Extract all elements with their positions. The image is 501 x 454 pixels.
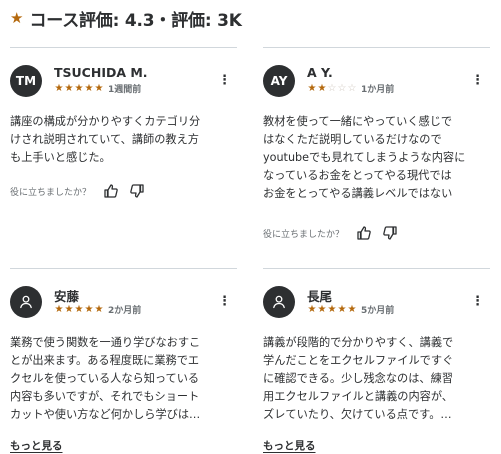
avatar	[10, 286, 42, 318]
top-divider-left	[10, 47, 237, 48]
star-icon: ★	[10, 8, 24, 27]
helpful-question: 役に立ちましたか？	[10, 187, 92, 198]
review-date: 2か月前	[108, 306, 142, 316]
more-options-icon[interactable]: ⋮	[218, 73, 231, 89]
thumbs-up-icon[interactable]	[356, 225, 372, 241]
star-icon: ★	[64, 303, 74, 315]
show-more-link[interactable]: もっと見る	[263, 440, 316, 452]
show-more-link[interactable]: もっと見る	[10, 440, 63, 452]
mid-divider-left	[10, 268, 237, 269]
avatar: AY	[263, 65, 295, 97]
star-icon: ★	[54, 82, 64, 94]
star-icon: ★	[84, 82, 94, 94]
star-icon: ★	[84, 303, 94, 315]
star-icon: ★	[64, 82, 74, 94]
course-rating-header: ★ コース評価: 4.3・評価: 3K	[10, 7, 242, 31]
avatar	[263, 286, 295, 318]
star-icon: ★	[74, 82, 84, 94]
more-options-icon[interactable]: ⋮	[471, 294, 484, 310]
star-empty-icon: ☆	[327, 82, 337, 94]
user-icon	[273, 295, 285, 309]
star-icon: ★	[94, 303, 104, 315]
review-date: 5か月前	[361, 306, 395, 316]
star-icon: ★	[347, 303, 357, 315]
helpful-row: 役に立ちましたか？	[10, 183, 238, 199]
star-icon: ★	[317, 82, 327, 94]
review-text: 講座の構成が分かりやすくカテゴリ分 けされ説明されていて、講師の教え方 も上手い…	[10, 115, 201, 164]
mid-divider-right	[263, 268, 490, 269]
star-icon: ★	[74, 303, 84, 315]
more-options-icon[interactable]: ⋮	[218, 294, 231, 310]
star-half-icon: ★	[94, 82, 104, 94]
review-text: 講義が段階的で分かりやすく、講義で 学んだことをエクセルファイルですぐ に確認で…	[263, 336, 454, 421]
star-icon: ★	[327, 303, 337, 315]
review-card: 長尾 ★ ★ ★ ★ ★ 5か月前 ⋮ 講義が段階的で分かりやすく、講義で 学ん…	[263, 286, 491, 453]
star-icon: ★	[54, 303, 64, 315]
top-divider-right	[263, 47, 490, 48]
review-text: 業務で使う関数を一通り学びなおすこ とが出来ます。ある程度既に業務でエ クセルを…	[10, 336, 201, 421]
helpful-question: 役に立ちましたか？	[263, 229, 345, 240]
star-icon: ★	[317, 303, 327, 315]
helpful-row: 役に立ちましたか？	[263, 225, 491, 241]
star-rating: ★ ★ ★ ★ ★	[54, 82, 104, 94]
review-card: AY A Y. ★ ★ ☆ ☆ ☆ 1か月前 ⋮ 教材を使って一緒にやっていく感…	[263, 65, 491, 241]
rating-summary: コース評価: 4.3・評価: 3K	[29, 10, 242, 31]
star-icon: ★	[337, 303, 347, 315]
review-date: 1か月前	[361, 85, 395, 95]
review-text: 教材を使って一緒にやっていく感じで はなくただ説明しているだけなので youtu…	[263, 115, 466, 200]
user-icon	[20, 295, 32, 309]
star-icon: ★	[307, 82, 317, 94]
thumbs-down-icon[interactable]	[382, 225, 398, 241]
reviewer-name: TSUCHIDA M.	[54, 65, 148, 80]
star-empty-icon: ☆	[337, 82, 347, 94]
star-rating: ★ ★ ☆ ☆ ☆	[307, 82, 357, 94]
star-icon: ★	[307, 303, 317, 315]
thumbs-up-icon[interactable]	[103, 183, 119, 199]
avatar: TM	[10, 65, 42, 97]
review-card: TM TSUCHIDA M. ★ ★ ★ ★ ★ 1週間前 ⋮ 講座の構成が分か…	[10, 65, 238, 199]
star-rating: ★ ★ ★ ★ ★	[54, 303, 104, 315]
review-card: 安藤 ★ ★ ★ ★ ★ 2か月前 ⋮ 業務で使う関数を一通り学びなおすこ とが…	[10, 286, 238, 453]
reviewer-name: A Y.	[307, 65, 333, 80]
star-rating: ★ ★ ★ ★ ★	[307, 303, 357, 315]
more-options-icon[interactable]: ⋮	[471, 73, 484, 89]
star-empty-icon: ☆	[347, 82, 357, 94]
review-date: 1週間前	[108, 85, 142, 95]
thumbs-down-icon[interactable]	[129, 183, 145, 199]
